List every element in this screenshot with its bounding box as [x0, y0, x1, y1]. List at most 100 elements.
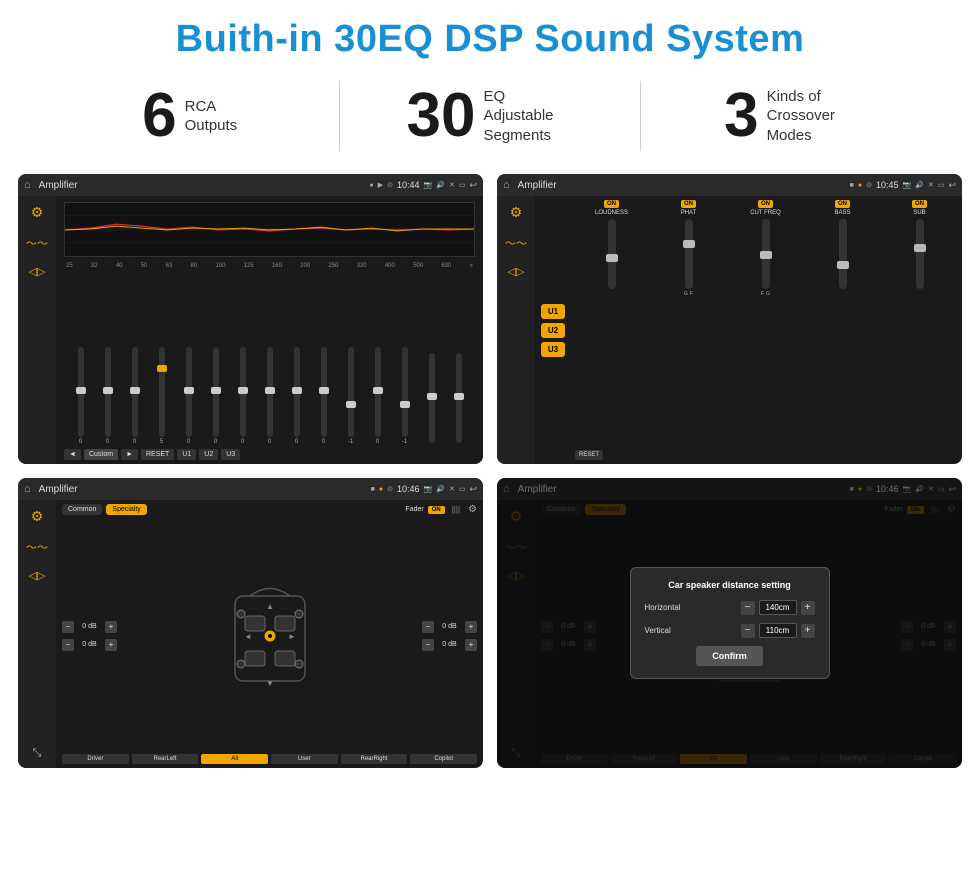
slider-bass[interactable]: [839, 219, 847, 289]
vol-icon-2[interactable]: ◁▷: [508, 265, 525, 278]
db-control-br: − 0 dB +: [422, 639, 477, 651]
eq-icon[interactable]: ⚙: [31, 204, 44, 221]
freq-25: 25: [66, 263, 73, 269]
expand-icon[interactable]: »: [470, 263, 473, 269]
horizontal-value: 140cm: [759, 600, 797, 615]
wave-icon[interactable]: 〜〜: [26, 235, 48, 251]
specialty-mode-btn[interactable]: Specialty: [106, 504, 146, 515]
confirm-button[interactable]: Confirm: [696, 646, 763, 666]
wave-icon-3[interactable]: 〜〜: [26, 539, 48, 555]
slider-cutfreq[interactable]: [762, 219, 770, 289]
vertical-plus-btn[interactable]: +: [801, 624, 815, 638]
common-mode-btn[interactable]: Common: [62, 504, 102, 515]
driver-btn[interactable]: Driver: [62, 754, 129, 764]
u2-btn-eq[interactable]: U2: [199, 449, 218, 460]
vertical-control: − 110cm +: [741, 623, 815, 638]
u1-btn-eq[interactable]: U1: [177, 449, 196, 460]
reset-btn-amp2[interactable]: RESET: [575, 450, 603, 460]
slider-50[interactable]: 5: [149, 347, 174, 445]
slider-100[interactable]: 0: [230, 347, 255, 445]
channels-area: ON LOUDNESS ON PHAT: [575, 200, 956, 460]
minus-bl[interactable]: −: [62, 639, 74, 651]
plus-br[interactable]: +: [465, 639, 477, 651]
slider-sub[interactable]: [916, 219, 924, 289]
horizontal-plus-btn[interactable]: +: [801, 601, 815, 615]
u1-btn[interactable]: U1: [541, 304, 565, 319]
on-loudness[interactable]: ON: [604, 200, 619, 208]
db-value-bl: 0 dB: [77, 641, 102, 648]
slider-500[interactable]: [419, 353, 444, 445]
fader-label: Fader: [405, 506, 423, 513]
u3-btn-eq[interactable]: U3: [221, 449, 240, 460]
slider-125[interactable]: 0: [257, 347, 282, 445]
stat-rca: 6 RCA Outputs: [60, 85, 319, 147]
slider-200[interactable]: 0: [311, 347, 336, 445]
slider-630[interactable]: [446, 353, 471, 445]
stat-number-eq: 30: [407, 85, 476, 147]
slider-32[interactable]: 0: [95, 347, 120, 445]
on-sub[interactable]: ON: [912, 200, 927, 208]
stats-row: 6 RCA Outputs 30 EQ Adjustable Segments …: [0, 71, 980, 166]
minus-tl[interactable]: −: [62, 621, 74, 633]
plus-tr[interactable]: +: [465, 621, 477, 633]
slider-25[interactable]: 0: [68, 347, 93, 445]
freq-320: 320: [357, 263, 367, 269]
stat-number-crossover: 3: [724, 85, 758, 147]
amp2-inner: U1 U2 U3 ON LOUDNESS: [541, 200, 956, 460]
copilot-btn[interactable]: Copilot: [410, 754, 477, 764]
horizontal-minus-btn[interactable]: −: [741, 601, 755, 615]
back-icon-1[interactable]: ↩: [469, 180, 477, 191]
slider-40[interactable]: 0: [122, 347, 147, 445]
time-3: 10:46: [397, 484, 420, 494]
plus-tl[interactable]: +: [105, 621, 117, 633]
fader-slider[interactable]: ||||: [452, 505, 460, 514]
slider-80[interactable]: 0: [203, 347, 228, 445]
slider-400[interactable]: -1: [392, 347, 417, 445]
sidebar-1: ⚙ 〜〜 ◁▷: [18, 196, 56, 464]
dot-icon-2: ■: [850, 182, 854, 189]
channel-bass: ON BASS: [806, 200, 879, 442]
on-cutfreq[interactable]: ON: [758, 200, 773, 208]
all-btn[interactable]: All: [201, 754, 268, 764]
eq-icon-2[interactable]: ⚙: [510, 204, 523, 221]
reset-btn-eq[interactable]: RESET: [141, 449, 174, 460]
minus-tr[interactable]: −: [422, 621, 434, 633]
rearright-btn[interactable]: RearRight: [341, 754, 408, 764]
slider-250[interactable]: -1: [338, 347, 363, 445]
settings-icon-3[interactable]: ⚙: [468, 504, 477, 515]
wave-icon-2[interactable]: 〜〜: [505, 235, 527, 251]
freq-160: 160: [272, 263, 282, 269]
back-icon-2[interactable]: ↩: [948, 180, 956, 191]
on-phat[interactable]: ON: [681, 200, 696, 208]
custom-preset-btn[interactable]: Custom: [84, 449, 118, 460]
vol-icon[interactable]: ◁▷: [29, 265, 46, 278]
user-btn[interactable]: User: [271, 754, 338, 764]
slider-63[interactable]: 0: [176, 347, 201, 445]
minus-br[interactable]: −: [422, 639, 434, 651]
vertical-minus-btn[interactable]: −: [741, 624, 755, 638]
u3-btn[interactable]: U3: [541, 342, 565, 357]
u2-btn[interactable]: U2: [541, 323, 565, 338]
next-preset-btn[interactable]: ►: [121, 449, 138, 460]
rearleft-btn[interactable]: RearLeft: [132, 754, 199, 764]
slider-loudness[interactable]: [608, 219, 616, 289]
slider-phat[interactable]: [685, 219, 693, 289]
slider-320[interactable]: 0: [365, 347, 390, 445]
slider-160[interactable]: 0: [284, 347, 309, 445]
home-icon-3[interactable]: ⌂: [24, 483, 31, 495]
home-icon-1[interactable]: ⌂: [24, 179, 31, 191]
camera-icon-1: 📷: [424, 181, 433, 189]
location-icon-3: ⊙: [387, 485, 393, 493]
prev-preset-btn[interactable]: ◄: [64, 449, 81, 460]
plus-bl[interactable]: +: [105, 639, 117, 651]
window-icon-3: ▭: [459, 485, 466, 493]
status-bar-1: ⌂ Amplifier ● ▶ ⊙ 10:44 📷 🔊 ✕ ▭ ↩: [18, 174, 483, 196]
on-bass[interactable]: ON: [835, 200, 850, 208]
stat-label-rca: RCA Outputs: [185, 97, 238, 136]
vol-icon-3[interactable]: ◁▷: [29, 569, 46, 582]
back-icon-3[interactable]: ↩: [469, 484, 477, 495]
eq-icon-3[interactable]: ⚙: [31, 508, 44, 525]
fader-on-pill[interactable]: ON: [428, 506, 445, 514]
expand-icon-3[interactable]: ⤡: [33, 747, 42, 760]
home-icon-2[interactable]: ⌂: [503, 179, 510, 191]
